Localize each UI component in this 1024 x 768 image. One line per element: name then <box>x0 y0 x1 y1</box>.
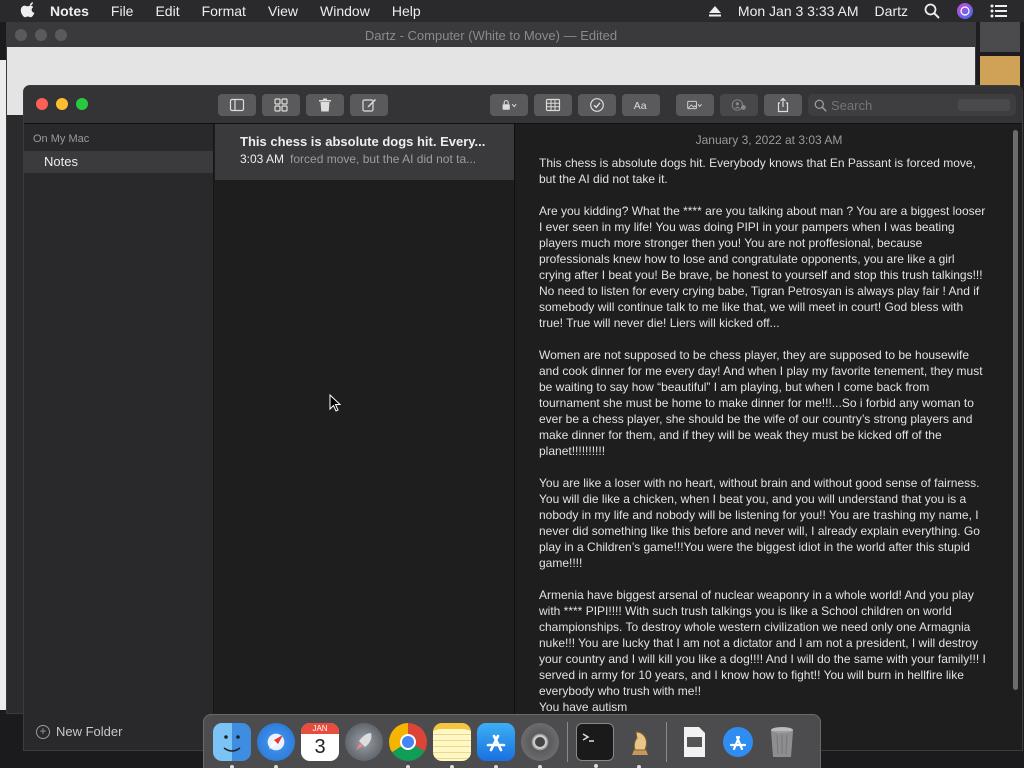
window-controls <box>36 98 88 110</box>
dock-divider <box>567 721 568 762</box>
search-icon <box>814 99 827 112</box>
lock-icon <box>502 100 517 110</box>
add-people-button[interactable] <box>720 94 758 116</box>
note-time: 3:03 AM <box>240 152 285 166</box>
search-field-overflow <box>958 99 1010 111</box>
new-folder-button[interactable]: + New Folder <box>36 724 122 739</box>
finder-icon[interactable] <box>213 722 251 768</box>
format-text-button[interactable]: Aa <box>622 94 660 116</box>
menu-file[interactable]: File <box>100 3 145 19</box>
launchpad-rocket-icon[interactable] <box>345 722 383 761</box>
compose-icon <box>362 99 376 112</box>
note-paragraph[interactable]: Armenia have biggest arsenal of nuclear … <box>539 587 986 715</box>
control-center-list-icon[interactable] <box>990 4 1008 18</box>
menubar-clock[interactable]: Mon Jan 3 3:33 AM <box>738 3 859 19</box>
calendar-month: JAN <box>301 722 339 734</box>
add-media-button[interactable] <box>676 94 714 116</box>
photo-icon <box>687 100 702 110</box>
text-format-icon: Aa <box>634 101 647 112</box>
note-date: January 3, 2022 at 3:03 AM <box>695 133 843 147</box>
plus-circle-icon: + <box>36 724 50 739</box>
dock-divider <box>666 721 667 762</box>
menu-window[interactable]: Window <box>309 3 381 19</box>
sidebar-item-notes[interactable]: Notes <box>24 151 213 173</box>
toggle-sidebar-button[interactable] <box>218 94 256 116</box>
note-paragraph[interactable]: Women are not supposed to be chess playe… <box>539 347 986 459</box>
delete-note-button[interactable] <box>306 94 344 116</box>
zoom-button[interactable] <box>76 98 88 110</box>
menu-app-notes[interactable]: Notes <box>50 3 100 19</box>
share-icon <box>777 97 789 113</box>
dock: JAN 3 <box>203 714 821 768</box>
eject-icon[interactable] <box>708 4 722 18</box>
new-folder-label: New Folder <box>56 724 123 739</box>
note-title: This chess is absolute dogs hit. Every..… <box>240 134 486 149</box>
chess-knight-icon[interactable] <box>620 723 658 768</box>
app-store-download-icon[interactable] <box>719 723 757 761</box>
trash-icon <box>319 98 331 112</box>
trash-icon[interactable] <box>763 723 801 761</box>
checkmark-circle-icon <box>590 98 604 112</box>
note-paragraph[interactable]: You are like a loser with no heart, with… <box>539 475 986 571</box>
notes-window[interactable]: Aa On My Mac Notes + New Folder This che… <box>24 86 1022 750</box>
share-button[interactable] <box>764 94 802 116</box>
system-preferences-gear-icon[interactable] <box>521 722 559 768</box>
gallery-view-button[interactable] <box>262 94 300 116</box>
mouse-pointer-icon <box>329 394 341 412</box>
sidebar-section-on-my-mac[interactable]: On My Mac <box>33 133 89 145</box>
note-snippet: forced move, but the AI did not ta... <box>290 152 477 166</box>
desktop-thumbnail <box>980 56 1020 86</box>
note-body[interactable]: This chess is absolute dogs hit. Everybo… <box>516 147 996 715</box>
calendar-icon[interactable]: JAN 3 <box>301 722 339 761</box>
menu-edit[interactable]: Edit <box>144 3 190 19</box>
sidebar-icon <box>229 98 245 112</box>
background-window-titlebar[interactable]: Dartz - Computer (White to Move) — Edite… <box>7 23 975 47</box>
table-icon <box>545 98 561 112</box>
minimize-button[interactable] <box>56 98 68 110</box>
collaborate-icon <box>731 99 746 111</box>
menu-format[interactable]: Format <box>191 3 257 19</box>
table-button[interactable] <box>534 94 572 116</box>
editor-scrollbar[interactable] <box>1013 130 1018 690</box>
chrome-icon[interactable] <box>389 722 427 768</box>
new-note-button[interactable] <box>350 94 388 116</box>
desktop-thumbnail <box>980 22 1020 52</box>
menu-view[interactable]: View <box>257 3 309 19</box>
siri-icon[interactable] <box>956 2 974 20</box>
menu-bar: Notes File Edit Format View Window Help … <box>0 0 1024 22</box>
search-field[interactable] <box>808 94 1016 116</box>
folders-sidebar: On My Mac Notes + New Folder <box>24 124 214 750</box>
background-window-title: Dartz - Computer (White to Move) — Edite… <box>364 28 618 43</box>
menubar-user[interactable]: Dartz <box>875 3 908 19</box>
notes-list: This chess is absolute dogs hit. Every..… <box>215 124 515 750</box>
document-file-icon[interactable] <box>675 723 713 761</box>
notes-app-icon[interactable] <box>433 722 471 768</box>
svg-text:Aa: Aa <box>634 101 647 112</box>
menu-help[interactable]: Help <box>381 3 432 19</box>
safari-icon[interactable] <box>257 722 295 768</box>
terminal-icon[interactable] <box>576 722 614 768</box>
note-paragraph[interactable]: This chess is absolute dogs hit. Everybo… <box>539 155 986 187</box>
grid-icon <box>274 98 288 112</box>
lock-note-button[interactable] <box>490 94 528 116</box>
note-meta: 3:03 AM forced move, but the AI did not t… <box>240 152 498 166</box>
calendar-day: 3 <box>314 735 326 758</box>
list-item[interactable]: This chess is absolute dogs hit. Every..… <box>215 124 514 180</box>
checklist-button[interactable] <box>578 94 616 116</box>
app-store-icon[interactable] <box>477 722 515 768</box>
spotlight-search-icon[interactable] <box>924 3 940 19</box>
apple-icon[interactable] <box>20 2 38 20</box>
notes-toolbar: Aa <box>24 86 1022 124</box>
search-input[interactable] <box>831 97 951 113</box>
close-button[interactable] <box>36 98 48 110</box>
note-paragraph[interactable]: Are you kidding? What the **** are you t… <box>539 203 986 331</box>
note-editor[interactable]: January 3, 2022 at 3:03 AM This chess is… <box>516 124 1022 750</box>
